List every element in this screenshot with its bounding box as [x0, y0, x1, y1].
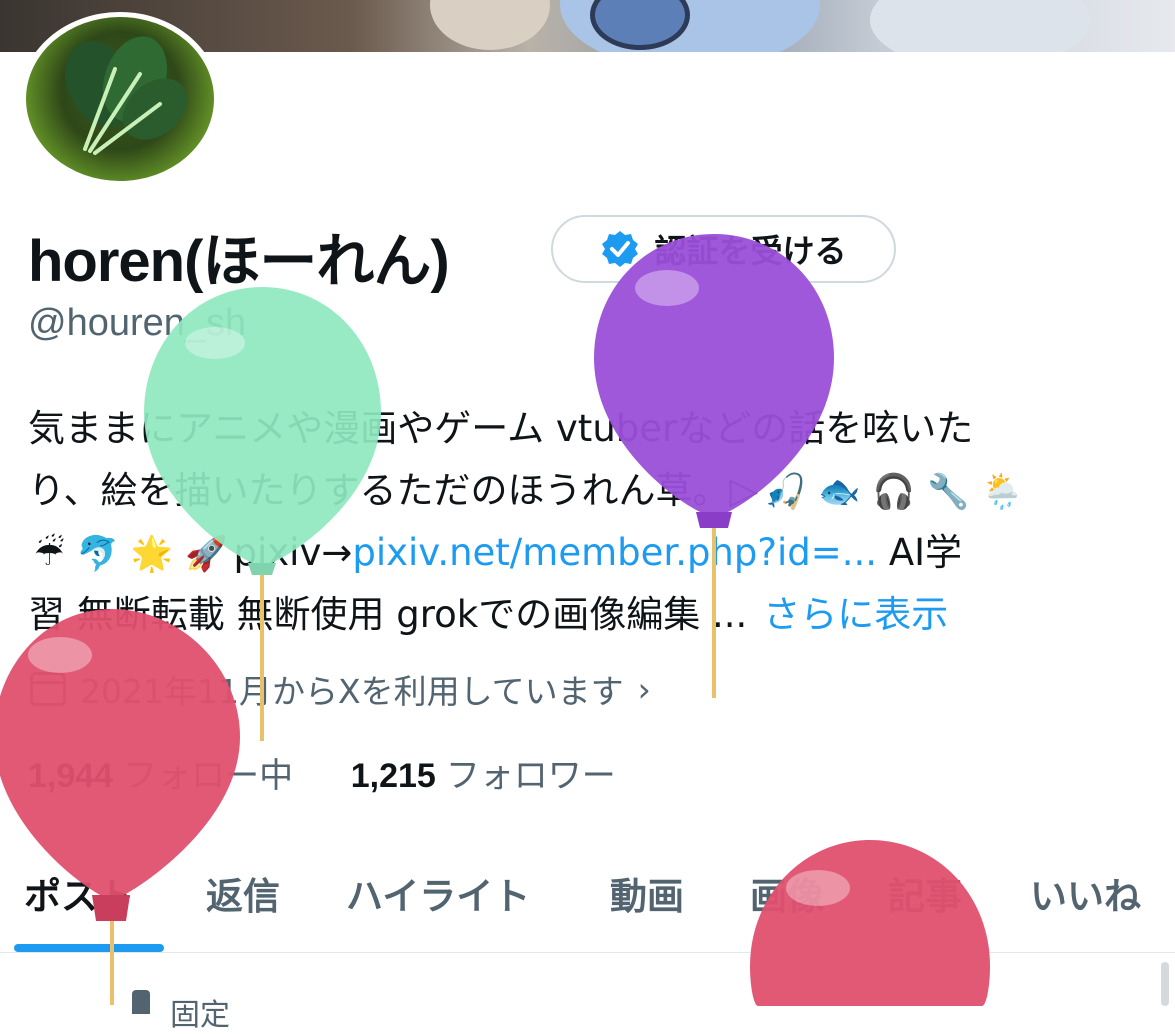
bio-line: 気ままにアニメや漫画やゲーム vtuberなどの話を呟いた	[28, 398, 1148, 460]
headphones-icon: 🎧	[872, 472, 916, 512]
wrench-icon: 🔧	[927, 472, 970, 512]
followers-link[interactable]: 1,215 フォロワー	[351, 756, 616, 796]
tab-replies[interactable]: 返信	[206, 866, 280, 920]
tab-videos[interactable]: 動画	[610, 866, 684, 920]
pin-icon	[132, 990, 150, 1014]
active-tab-indicator	[14, 944, 164, 952]
banner-art	[870, 0, 1090, 52]
tab-articles[interactable]: 記事	[888, 866, 962, 920]
verified-badge-icon	[602, 231, 639, 267]
chevron-right-icon: ›	[637, 669, 651, 709]
bio-line: り、絵を描いたりするただのほうれん草。▷ 🎣 🐟 🎧 🔧 🌦️	[28, 460, 1148, 522]
avatar[interactable]	[20, 12, 220, 186]
get-verified-button[interactable]: 認証を受ける	[551, 215, 896, 283]
bio-text: 気ままにアニメや漫画やゲーム vtuberなどの話を呟いた	[28, 407, 974, 450]
bio-text: 習 無断転載 無断使用 grokでの画像編集 ...	[28, 593, 748, 636]
bio-text: pixiv→	[233, 531, 353, 574]
avatar-image	[26, 17, 214, 181]
spinach-icon	[65, 36, 188, 155]
following-count: 1,944	[28, 757, 114, 795]
fishing-pole-icon: 🎣	[763, 472, 807, 512]
join-date[interactable]: 2021年11月からXを利用しています ›	[30, 665, 651, 713]
umbrella-rain-icon: ☔	[34, 534, 65, 574]
followers-label: フォロワー	[445, 756, 616, 796]
show-more-link[interactable]: さらに表示	[763, 593, 948, 636]
banner-art	[430, 0, 550, 50]
glowing-star-icon: 🌟	[130, 534, 174, 574]
profile-bio: 気ままにアニメや漫画やゲーム vtuberなどの話を呟いた り、絵を描いたりする…	[28, 398, 1148, 646]
fish-icon: 🐟	[818, 472, 861, 512]
followers-count: 1,215	[350, 757, 436, 795]
calendar-icon	[30, 672, 66, 706]
user-handle: @houren_sh	[28, 302, 247, 344]
display-name: horen(ほーれん)	[28, 229, 450, 294]
following-link[interactable]: 1,944 フォロー中	[28, 756, 293, 796]
tab-posts[interactable]: ポスト	[24, 866, 135, 920]
dolphin-icon: 🐬	[76, 534, 119, 574]
get-verified-label: 認証を受ける	[654, 232, 847, 270]
tab-photos[interactable]: 画像	[750, 866, 824, 920]
bio-line: 習 無断転載 無断使用 grokでの画像編集 ... さらに表示	[28, 584, 1148, 646]
tab-likes[interactable]: いいね	[1030, 866, 1141, 920]
bio-text: り、絵を描いたりするただのほうれん草。▷	[28, 469, 758, 512]
following-label: フォロー中	[123, 756, 294, 796]
join-date-text: 2021年11月からXを利用しています	[80, 672, 624, 711]
bio-line: ☔ 🐬 🌟 🚀 pixiv→pixiv.net/member.php?id=... AI…	[28, 522, 1148, 584]
pinned-label: 固定	[132, 990, 230, 1034]
rocket-icon: 🚀	[185, 534, 228, 574]
follow-stats: 1,944 フォロー中 1,215 フォロワー	[28, 748, 616, 797]
profile-tabs: ポスト 返信 ハイライト 動画 画像 記事 いいね	[0, 852, 1175, 953]
pinned-text: 固定	[170, 998, 230, 1033]
pixiv-link[interactable]: pixiv.net/member.php?id=...	[352, 531, 877, 574]
tab-highlights[interactable]: ハイライト	[346, 866, 530, 920]
sun-rain-cloud-icon: 🌦️	[981, 472, 1024, 512]
bio-text: AI学	[877, 531, 963, 574]
scrollbar[interactable]	[1161, 962, 1169, 1006]
